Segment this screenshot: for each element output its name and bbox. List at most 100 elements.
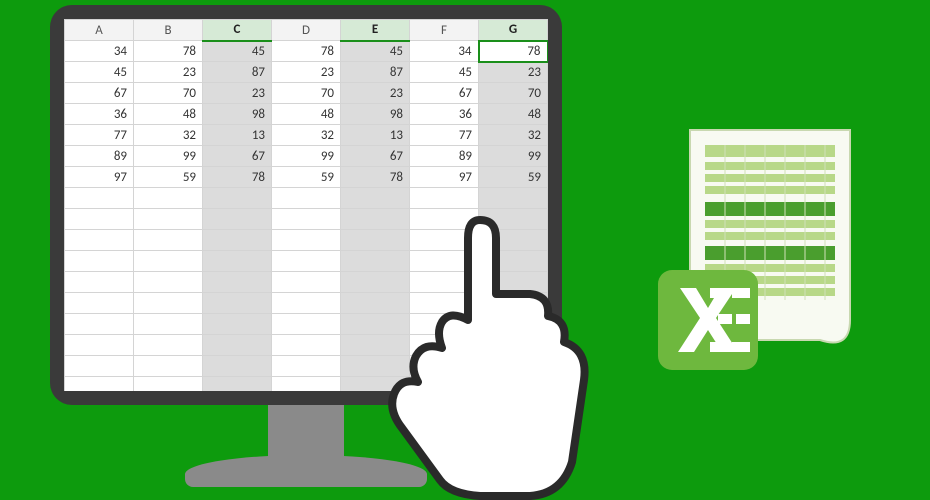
cell-empty[interactable] bbox=[272, 356, 341, 377]
cell-E5[interactable]: 13 bbox=[341, 125, 410, 146]
cell-empty[interactable] bbox=[134, 314, 203, 335]
cell-empty[interactable] bbox=[479, 314, 548, 335]
cell-empty[interactable] bbox=[134, 335, 203, 356]
cell-empty[interactable] bbox=[272, 251, 341, 272]
cell-F6[interactable]: 89 bbox=[410, 146, 479, 167]
column-header-C[interactable]: C bbox=[203, 20, 272, 41]
cell-empty[interactable] bbox=[65, 314, 134, 335]
cell-D3[interactable]: 70 bbox=[272, 83, 341, 104]
cell-C1[interactable]: 45 bbox=[203, 41, 272, 62]
column-header-A[interactable]: A bbox=[65, 20, 134, 41]
cell-empty[interactable] bbox=[479, 230, 548, 251]
cell-empty[interactable] bbox=[410, 314, 479, 335]
cell-empty[interactable] bbox=[272, 377, 341, 392]
cell-G3[interactable]: 70 bbox=[479, 83, 548, 104]
cell-empty[interactable] bbox=[203, 272, 272, 293]
cell-empty[interactable] bbox=[272, 293, 341, 314]
cell-A4[interactable]: 36 bbox=[65, 104, 134, 125]
cell-empty[interactable] bbox=[203, 314, 272, 335]
cell-B6[interactable]: 99 bbox=[134, 146, 203, 167]
cell-empty[interactable] bbox=[65, 356, 134, 377]
cell-D4[interactable]: 48 bbox=[272, 104, 341, 125]
cell-empty[interactable] bbox=[341, 314, 410, 335]
cell-empty[interactable] bbox=[410, 230, 479, 251]
cell-empty[interactable] bbox=[203, 293, 272, 314]
cell-empty[interactable] bbox=[134, 251, 203, 272]
cell-empty[interactable] bbox=[479, 356, 548, 377]
cell-F7[interactable]: 97 bbox=[410, 167, 479, 188]
cell-C2[interactable]: 87 bbox=[203, 62, 272, 83]
cell-empty[interactable] bbox=[272, 272, 341, 293]
column-header-E[interactable]: E bbox=[341, 20, 410, 41]
cell-empty[interactable] bbox=[272, 314, 341, 335]
cell-D1[interactable]: 78 bbox=[272, 41, 341, 62]
cell-empty[interactable] bbox=[134, 293, 203, 314]
cell-empty[interactable] bbox=[410, 251, 479, 272]
cell-B1[interactable]: 78 bbox=[134, 41, 203, 62]
cell-empty[interactable] bbox=[479, 335, 548, 356]
cell-empty[interactable] bbox=[203, 230, 272, 251]
cell-empty[interactable] bbox=[272, 188, 341, 209]
cell-empty[interactable] bbox=[65, 272, 134, 293]
spreadsheet-table[interactable]: ABCDEFG 34784578453478452387238745236770… bbox=[64, 19, 548, 391]
cell-empty[interactable] bbox=[272, 230, 341, 251]
cell-empty[interactable] bbox=[203, 251, 272, 272]
cell-empty[interactable] bbox=[410, 293, 479, 314]
cell-empty[interactable] bbox=[65, 188, 134, 209]
cell-empty[interactable] bbox=[134, 356, 203, 377]
column-header-B[interactable]: B bbox=[134, 20, 203, 41]
cell-E3[interactable]: 23 bbox=[341, 83, 410, 104]
cell-empty[interactable] bbox=[479, 209, 548, 230]
cell-empty[interactable] bbox=[341, 272, 410, 293]
cell-empty[interactable] bbox=[65, 209, 134, 230]
column-header-G[interactable]: G bbox=[479, 20, 548, 41]
cell-G7[interactable]: 59 bbox=[479, 167, 548, 188]
cell-empty[interactable] bbox=[65, 293, 134, 314]
cell-empty[interactable] bbox=[479, 272, 548, 293]
cell-A5[interactable]: 77 bbox=[65, 125, 134, 146]
cell-empty[interactable] bbox=[272, 335, 341, 356]
cell-G6[interactable]: 99 bbox=[479, 146, 548, 167]
cell-E7[interactable]: 78 bbox=[341, 167, 410, 188]
cell-G5[interactable]: 32 bbox=[479, 125, 548, 146]
cell-empty[interactable] bbox=[479, 377, 548, 392]
cell-C3[interactable]: 23 bbox=[203, 83, 272, 104]
cell-empty[interactable] bbox=[341, 251, 410, 272]
cell-empty[interactable] bbox=[479, 251, 548, 272]
cell-B7[interactable]: 59 bbox=[134, 167, 203, 188]
cell-C4[interactable]: 98 bbox=[203, 104, 272, 125]
cell-empty[interactable] bbox=[341, 356, 410, 377]
cell-empty[interactable] bbox=[65, 335, 134, 356]
cell-empty[interactable] bbox=[341, 188, 410, 209]
cell-empty[interactable] bbox=[479, 188, 548, 209]
cell-empty[interactable] bbox=[341, 209, 410, 230]
cell-C5[interactable]: 13 bbox=[203, 125, 272, 146]
cell-A2[interactable]: 45 bbox=[65, 62, 134, 83]
cell-G4[interactable]: 48 bbox=[479, 104, 548, 125]
column-header-D[interactable]: D bbox=[272, 20, 341, 41]
cell-empty[interactable] bbox=[479, 293, 548, 314]
cell-B4[interactable]: 48 bbox=[134, 104, 203, 125]
cell-empty[interactable] bbox=[203, 377, 272, 392]
cell-empty[interactable] bbox=[203, 188, 272, 209]
cell-empty[interactable] bbox=[410, 356, 479, 377]
cell-A3[interactable]: 67 bbox=[65, 83, 134, 104]
cell-empty[interactable] bbox=[341, 377, 410, 392]
cell-E2[interactable]: 87 bbox=[341, 62, 410, 83]
cell-C6[interactable]: 67 bbox=[203, 146, 272, 167]
cell-empty[interactable] bbox=[65, 230, 134, 251]
cell-empty[interactable] bbox=[410, 377, 479, 392]
cell-empty[interactable] bbox=[203, 356, 272, 377]
column-header-F[interactable]: F bbox=[410, 20, 479, 41]
cell-E4[interactable]: 98 bbox=[341, 104, 410, 125]
cell-F1[interactable]: 34 bbox=[410, 41, 479, 62]
cell-empty[interactable] bbox=[341, 230, 410, 251]
cell-D6[interactable]: 99 bbox=[272, 146, 341, 167]
cell-G2[interactable]: 23 bbox=[479, 62, 548, 83]
cell-empty[interactable] bbox=[341, 293, 410, 314]
cell-empty[interactable] bbox=[134, 188, 203, 209]
cell-A7[interactable]: 97 bbox=[65, 167, 134, 188]
cell-F3[interactable]: 67 bbox=[410, 83, 479, 104]
cell-empty[interactable] bbox=[65, 251, 134, 272]
cell-D7[interactable]: 59 bbox=[272, 167, 341, 188]
